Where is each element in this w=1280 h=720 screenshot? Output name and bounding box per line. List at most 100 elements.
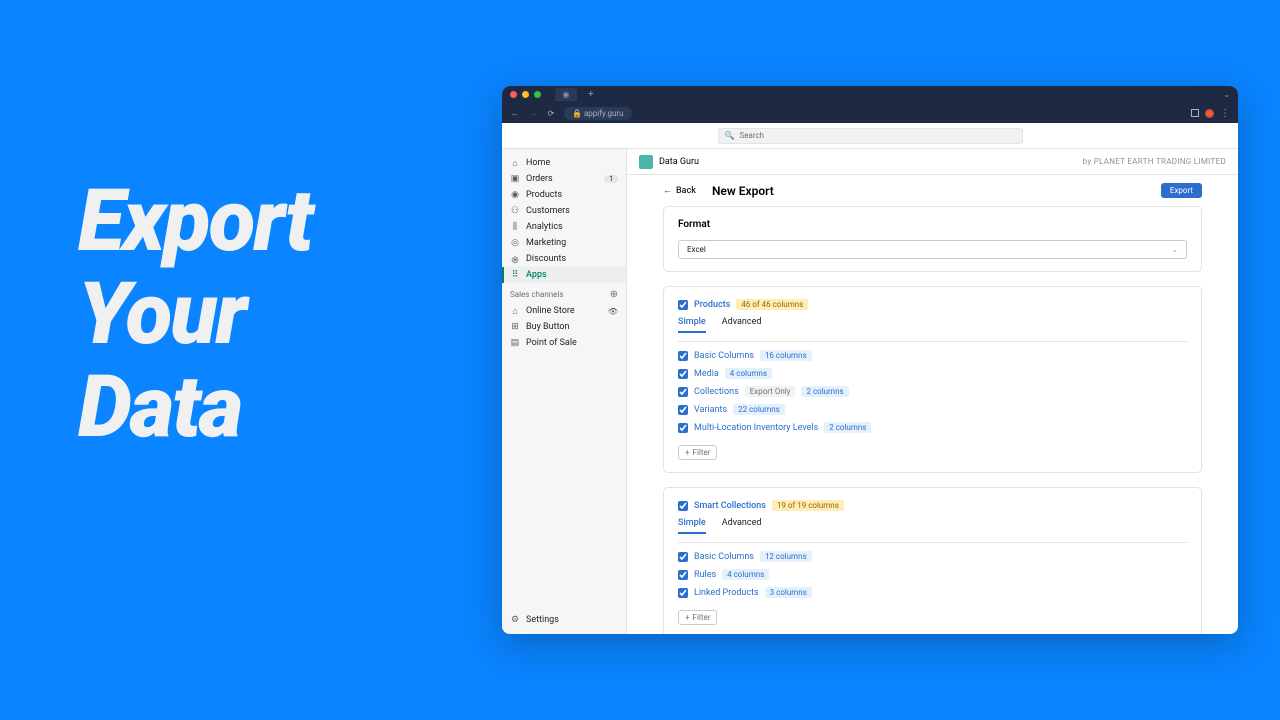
column-group-name[interactable]: Basic Columns [694,552,754,562]
orders-icon: ▣ [510,174,520,184]
channel-label: Online Store [526,306,575,316]
column-group-name[interactable]: Rules [694,570,716,580]
url-field[interactable]: 🔒 appify.guru [564,107,632,120]
new-tab-button[interactable]: + [588,89,594,100]
sidebar-item-products[interactable]: ◉Products [502,187,626,203]
column-checkbox[interactable] [678,369,688,379]
export-section-card: Products 46 of 46 columns Simple Advanced… [663,286,1202,473]
sidebar-item-label: Home [526,158,550,168]
window-zoom-icon[interactable] [534,91,541,98]
sidebar-item-customers[interactable]: ⚇Customers [502,203,626,219]
sidebar-item-home[interactable]: ⌂ Home [502,155,626,171]
sidebar-item-apps[interactable]: ⠿Apps [502,267,626,283]
column-checkbox[interactable] [678,351,688,361]
chevron-down-icon: ⌄ [1172,246,1178,254]
back-button[interactable]: ← Back [663,185,696,196]
format-value: Excel [687,245,706,254]
sidebar-item-analytics[interactable]: ⫼Analytics [502,219,626,235]
window-minimize-icon[interactable] [522,91,529,98]
content-scroll[interactable]: Format Excel ⌄ Products 46 of 46 columns… [627,206,1238,634]
page-header: ← Back New Export Export [627,175,1238,206]
plus-icon: + [685,613,690,622]
format-card: Format Excel ⌄ [663,206,1202,272]
admin-sidebar: ⌂Home▣Orders1◉Products⚇Customers⫼Analyti… [502,149,627,634]
column-badge: 4 columns [722,569,769,580]
column-checkbox[interactable] [678,570,688,580]
app-byline: by PLANET EARTH TRADING LIMITED [1083,157,1226,166]
column-group-row: Multi-Location Inventory Levels 2 column… [678,422,1187,433]
profile-avatar[interactable] [1205,109,1214,118]
section-title[interactable]: Products [694,300,730,310]
channel-buy-button[interactable]: ⊞ Buy Button [502,319,626,335]
column-group-row: Basic Columns 16 columns [678,350,1187,361]
column-group-row: Rules 4 columns [678,569,1187,580]
column-group-name[interactable]: Variants [694,405,727,415]
column-group-name[interactable]: Multi-Location Inventory Levels [694,423,818,433]
tab-simple[interactable]: Simple [678,518,706,534]
sidebar-item-marketing[interactable]: ◎ Marketing [502,235,626,251]
column-badge: Export Only [745,386,796,397]
sidebar-item-label: Discounts [526,254,566,264]
nav-reload-icon[interactable]: ⟳ [546,109,556,118]
column-checkbox[interactable] [678,423,688,433]
sidebar-item-discounts[interactable]: ֎Discounts [502,251,626,267]
home-icon: ⌂ [510,158,520,168]
url-text: appify.guru [584,109,624,118]
channel-icon: ▤ [510,338,520,348]
channel-point-of-sale[interactable]: ▤Point of Sale [502,335,626,351]
nav-back-icon[interactable]: ← [510,109,520,118]
export-section-card: Smart Collections 19 of 19 columns Simpl… [663,487,1202,634]
back-label: Back [676,186,696,196]
section-title[interactable]: Smart Collections [694,501,766,511]
column-group-name[interactable]: Basic Columns [694,351,754,361]
column-checkbox[interactable] [678,552,688,562]
extensions-icon[interactable] [1191,109,1199,117]
channel-icon: ⊞ [510,322,520,332]
browser-url-bar: ← → ⟳ 🔒 appify.guru ⋮ [502,103,1238,123]
section-checkbox[interactable] [678,300,688,310]
column-group-name[interactable]: Media [694,369,719,379]
column-group-row: Media 4 columns [678,368,1187,379]
arrow-left-icon: ← [663,185,672,196]
nav-forward-icon[interactable]: → [528,109,538,118]
settings-link[interactable]: ⚙Settings [502,612,626,628]
tab-advanced[interactable]: Advanced [722,518,762,534]
browser-menu-icon[interactable]: ⋮ [1220,108,1230,119]
column-checkbox[interactable] [678,588,688,598]
admin-top-bar: 🔍 Search [502,123,1238,149]
browser-tab[interactable]: ◉ [555,88,577,101]
channel-online-store[interactable]: ⌂Online Store👁 [502,303,626,319]
column-badge: 16 columns [760,350,812,361]
column-checkbox[interactable] [678,405,688,415]
search-input[interactable]: 🔍 Search [718,128,1023,144]
format-select[interactable]: Excel ⌄ [678,240,1187,259]
marketing-icon: ◎ [510,238,520,248]
column-group-name[interactable]: Linked Products [694,588,759,598]
search-icon: 🔍 [725,131,735,140]
column-badge: 2 columns [801,386,848,397]
add-filter-button[interactable]: + Filter [678,445,717,460]
export-button[interactable]: Export [1161,183,1202,198]
section-checkbox[interactable] [678,501,688,511]
sales-channels-heading: Sales channels⊕ [502,283,626,303]
add-filter-button[interactable]: + Filter [678,610,717,625]
column-badge: 12 columns [760,551,812,562]
view-icon[interactable]: 👁 [608,307,618,316]
tab-advanced[interactable]: Advanced [722,317,762,333]
tab-overflow-icon[interactable]: ⌄ [1223,90,1230,99]
tab-simple[interactable]: Simple [678,317,706,333]
sidebar-item-label: Marketing [526,238,566,248]
section-tabs: Simple Advanced [678,518,1187,534]
column-count-badge: 46 of 46 columns [736,299,808,310]
channel-label: Buy Button [526,322,570,332]
add-channel-button[interactable]: ⊕ [610,289,618,300]
column-group-row: Collections Export Only 2 columns [678,386,1187,397]
column-group-row: Basic Columns 12 columns [678,551,1187,562]
column-badge: 2 columns [824,422,871,433]
sidebar-item-label: Orders [526,174,553,184]
column-checkbox[interactable] [678,387,688,397]
sidebar-item-orders[interactable]: ▣Orders1 [502,171,626,187]
column-group-name[interactable]: Collections [694,387,739,397]
window-close-icon[interactable] [510,91,517,98]
app-header: Data Guru by PLANET EARTH TRADING LIMITE… [627,149,1238,175]
